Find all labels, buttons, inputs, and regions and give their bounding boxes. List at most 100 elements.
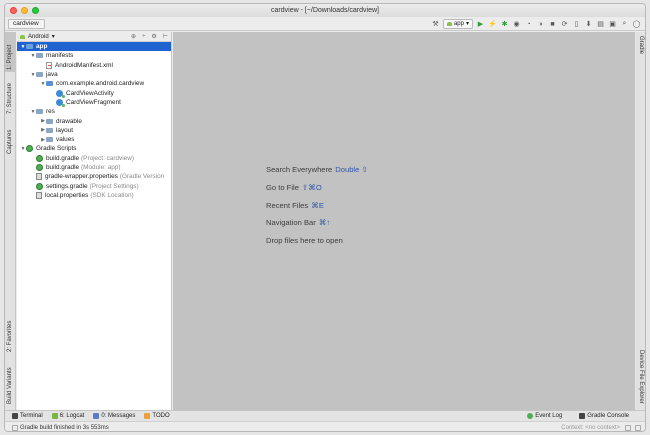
tab-structure-label: 7: Structure (7, 82, 13, 114)
tab-structure[interactable]: 7: Structure (5, 74, 16, 116)
tree-row[interactable]: ▶ values (17, 135, 171, 144)
xml-file-icon (46, 61, 52, 69)
tab-favorites[interactable]: 2: Favorites (5, 314, 16, 354)
minimize-window-button[interactable] (21, 7, 28, 14)
tree-row-detail: (Project Settings) (89, 182, 139, 190)
tree-row-detail: (Project: cardview) (81, 154, 134, 162)
tree-row-label: app (36, 43, 48, 51)
hide-panel-icon[interactable]: ⊢ (163, 33, 168, 40)
avd-manager-icon[interactable]: ▯ (572, 20, 581, 29)
gear-icon[interactable]: ⚙ (151, 33, 156, 40)
attach-debugger-icon[interactable]: ◉ (512, 20, 521, 29)
tree-row[interactable]: ▶ layout (17, 126, 171, 135)
tab-gradle-label: Gradle (638, 36, 644, 55)
close-window-button[interactable] (10, 7, 17, 14)
tree-row-label: layout (56, 126, 74, 134)
status-context[interactable]: Context: <no context> (561, 425, 620, 431)
editor-hint: Search Everywhere Double ⇧ (266, 165, 368, 183)
run-icon[interactable]: ▶ (476, 20, 485, 29)
android-icon (446, 22, 452, 26)
tree-row[interactable]: AndroidManifest.xml (17, 61, 171, 70)
tree-row[interactable]: ▼ java (17, 70, 171, 79)
tree-row[interactable]: build.gradle (Module: app) (17, 163, 171, 172)
tree-row[interactable]: ▼ app (17, 42, 171, 52)
tree-row[interactable]: ▶ drawable (17, 116, 171, 125)
tab-todo[interactable]: TODO (144, 413, 170, 419)
tree-row-detail: (Gradle Version (119, 173, 165, 181)
tree-row-label: build.gradle (46, 164, 80, 171)
run-config-label: app (453, 21, 464, 27)
project-structure-icon[interactable]: ▤ (596, 20, 605, 29)
tree-row-label: settings.gradle (46, 182, 88, 190)
tree-row[interactable]: gradle-wrapper.properties (Gradle Version (17, 172, 171, 181)
tree-row[interactable]: CardViewActivity (17, 88, 171, 98)
tab-event-log[interactable]: Event Log (527, 413, 562, 419)
left-tool-strip: 1: Project 7: Structure Captures 2: Favo… (5, 32, 16, 410)
tree-row[interactable]: ▼ Gradle Scripts (17, 144, 171, 153)
ide-window: cardview - [~/Downloads/cardview] cardvi… (4, 3, 646, 432)
apply-changes-icon[interactable]: ⚡ (488, 20, 497, 29)
tree-row-label: com.example.android.cardview (56, 80, 145, 88)
debug-icon[interactable]: ✱ (500, 20, 509, 29)
folder-icon (46, 118, 53, 124)
tree-row[interactable]: ▼ res (17, 107, 171, 116)
tab-build-variants[interactable]: Build Variants (5, 358, 16, 406)
collapse-all-icon[interactable]: ÷ (142, 34, 145, 40)
tab-gradle-console[interactable]: Gradle Console (579, 413, 629, 419)
tree-row-label: AndroidManifest.xml (55, 61, 113, 69)
tool-window-toggle-icon[interactable] (12, 424, 18, 431)
hammer-icon[interactable]: ⚒ (431, 20, 440, 29)
tab-terminal[interactable]: Terminal (12, 413, 43, 419)
user-icon[interactable]: ◯ (632, 20, 641, 29)
status-bar: Gradle build finished in 3s 553ms Contex… (5, 421, 645, 431)
tab-messages-label: 0: Messages (101, 413, 136, 419)
sync-gradle-icon[interactable]: ⟳ (560, 20, 569, 29)
breadcrumb-project[interactable]: cardview (8, 18, 45, 29)
tree-row-label: CardViewActivity (66, 89, 114, 97)
navigation-bar: cardview ⚒ app ▾ ▶ ⚡ ✱ ◉ ◔ ◑ ■ ⟳ ▯ ⬇ ▤ ▣… (5, 17, 645, 31)
chevron-down-icon[interactable]: ▾ (52, 33, 55, 40)
tree-row[interactable]: ▼ com.example.android.cardview (17, 79, 171, 88)
terminal-icon (12, 413, 18, 419)
zoom-window-button[interactable] (32, 7, 39, 14)
tab-favorites-label: 2: Favorites (7, 320, 13, 352)
inspector-icon[interactable] (635, 424, 641, 431)
tab-gradle[interactable]: Gradle (635, 32, 645, 64)
right-tool-strip: Gradle Device File Explorer (634, 32, 645, 410)
stop-icon[interactable]: ■ (548, 20, 557, 29)
chevron-down-icon: ▾ (465, 21, 469, 27)
sync-target-icon[interactable]: ⊕ (131, 33, 136, 40)
sdk-manager-icon[interactable]: ⬇ (584, 20, 593, 29)
status-message[interactable]: Gradle build finished in 3s 553ms (20, 425, 109, 431)
tab-todo-label: TODO (152, 413, 170, 419)
lock-icon[interactable] (625, 424, 631, 431)
profile-icon[interactable]: ◔ (524, 20, 533, 29)
folder-icon (46, 137, 53, 143)
project-view-selector[interactable]: Android (28, 34, 49, 40)
tree-row[interactable]: ▼ manifests (17, 51, 171, 60)
tree-row[interactable]: settings.gradle (Project Settings) (17, 181, 171, 190)
tree-row[interactable]: local.properties (SDK Location) (17, 191, 171, 200)
tree-row-label: Gradle Scripts (36, 145, 77, 153)
tab-device-file-explorer[interactable]: Device File Explorer (635, 348, 645, 410)
run-configuration-select[interactable]: app ▾ (442, 19, 473, 29)
editor-hint: Navigation Bar ⌘↑ (266, 218, 368, 236)
coverage-icon[interactable]: ◑ (536, 20, 545, 29)
tab-logcat[interactable]: 6: Logcat (51, 413, 85, 419)
tab-terminal-label: Terminal (20, 413, 43, 419)
editor-area[interactable]: Search Everywhere Double ⇧ Go to File ⇧⌘O Re… (173, 32, 635, 410)
editor-hint-shortcut: ⌘E (311, 200, 324, 210)
tree-row[interactable]: build.gradle (Project: cardview) (17, 154, 171, 163)
editor-hint: Drop files here to open (266, 236, 368, 254)
tab-messages[interactable]: 0: Messages (93, 413, 135, 419)
gradle-icon (36, 154, 43, 162)
tab-captures[interactable]: Captures (5, 120, 16, 156)
tab-captures-label: Captures (7, 129, 13, 154)
tab-logcat-label: 6: Logcat (59, 413, 85, 419)
layout-inspector-icon[interactable]: ▣ (608, 20, 617, 29)
todo-icon (144, 413, 151, 419)
editor-hint: Recent Files ⌘E (266, 201, 368, 219)
tab-project[interactable]: 1: Project (5, 32, 16, 72)
search-icon[interactable]: ⌕ (620, 20, 629, 29)
tree-row[interactable]: CardViewFragment (17, 98, 171, 107)
